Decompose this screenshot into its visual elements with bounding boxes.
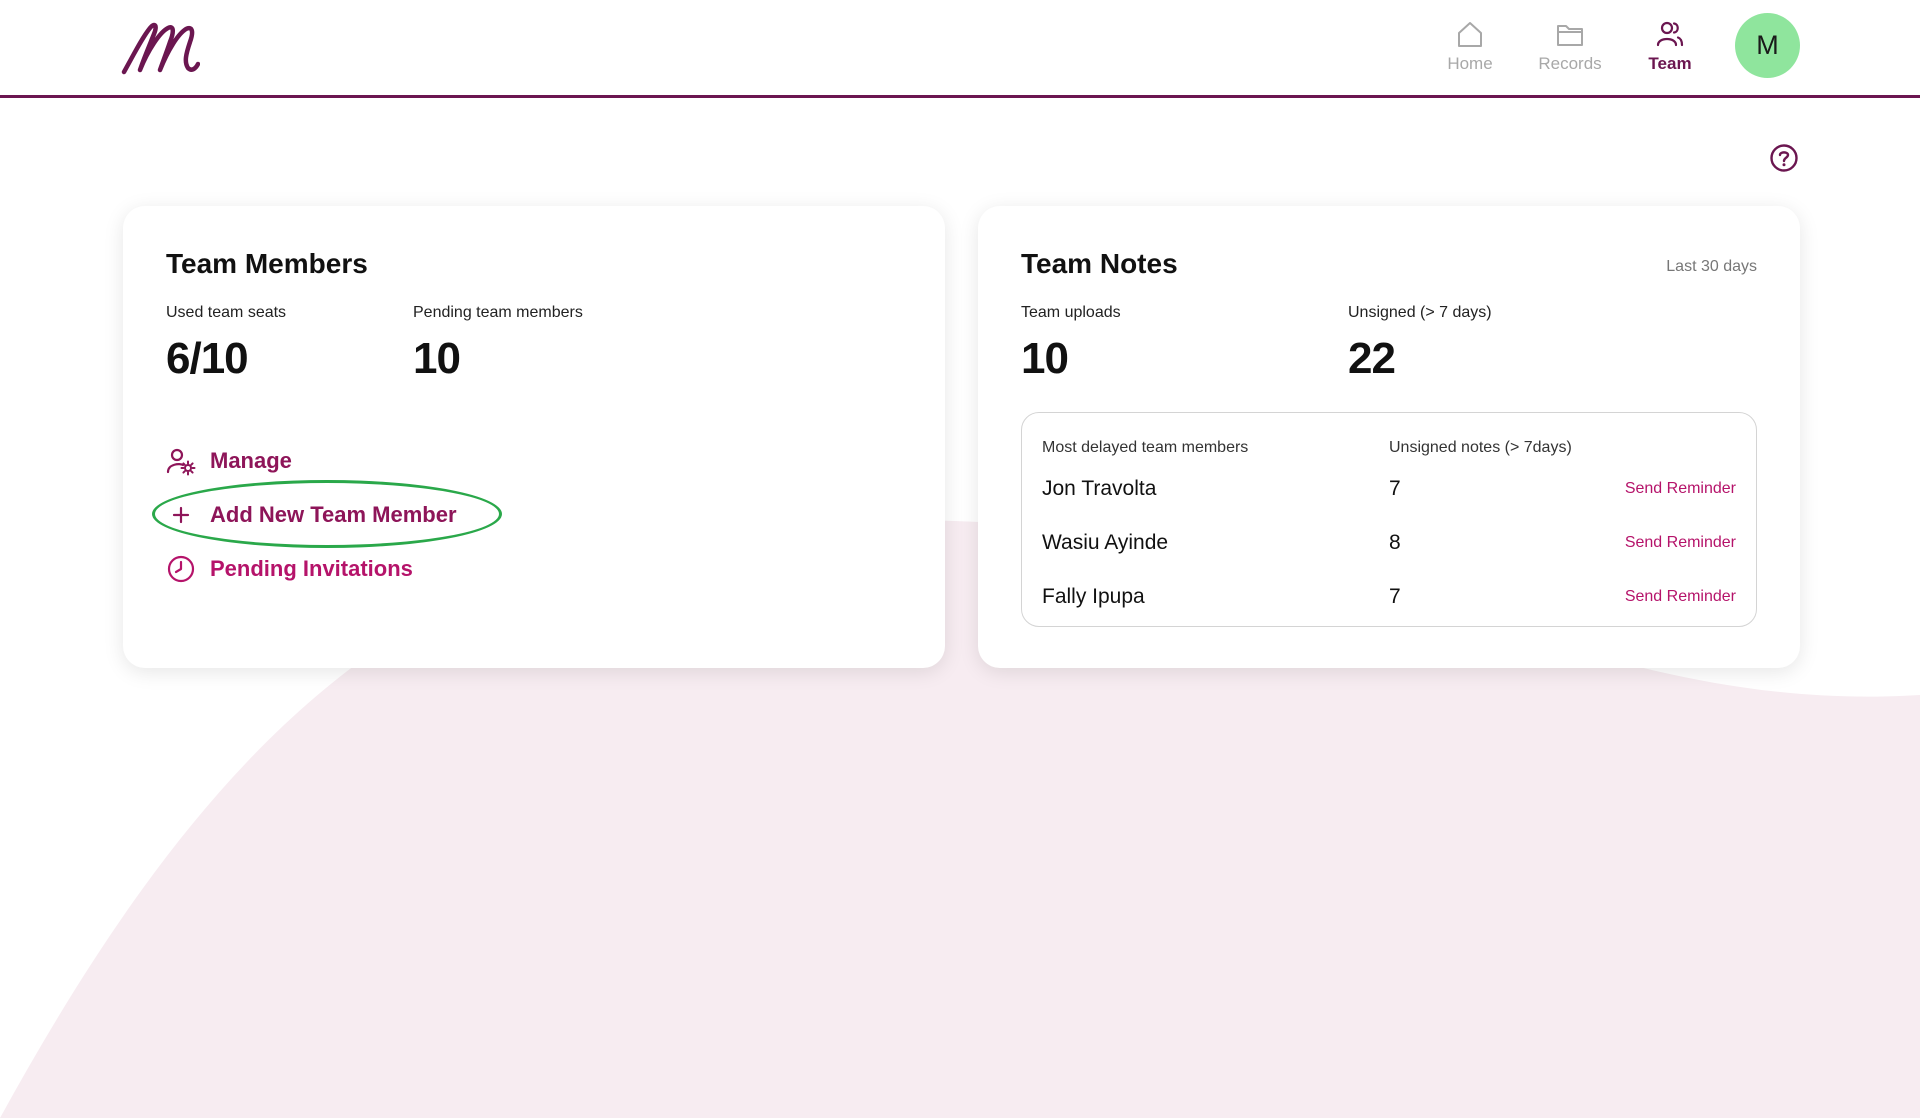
team-uploads-stat: Team uploads 10 (1021, 304, 1121, 384)
date-range-label: Last 30 days (1666, 258, 1757, 275)
clock-icon (167, 555, 195, 583)
member-name: Fally Ipupa (1042, 585, 1145, 608)
nav-team[interactable]: Team (1620, 18, 1720, 74)
pending-members-value: 10 (413, 334, 461, 383)
pending-members-stat: Pending team members 10 (413, 304, 583, 384)
plus-icon (172, 506, 190, 524)
delayed-members-table: Most delayed team members Unsigned notes… (1021, 412, 1757, 627)
team-notes-title: Team Notes (1021, 248, 1178, 279)
nav-home-label: Home (1447, 54, 1493, 73)
member-name: Jon Travolta (1042, 477, 1157, 500)
team-members-card: Team Members Used team seats 6/10 Pendin… (123, 206, 945, 668)
unsigned-count: 7 (1389, 477, 1401, 500)
folder-icon (1557, 25, 1583, 46)
manage-label: Manage (210, 448, 292, 473)
user-avatar[interactable]: M (1735, 13, 1800, 78)
used-seats-label: Used team seats (166, 304, 287, 321)
used-seats-stat: Used team seats 6/10 (166, 304, 286, 384)
column-header-name: Most delayed team members (1042, 439, 1249, 456)
add-new-team-member-button[interactable]: Add New Team Member (166, 500, 457, 530)
team-notes-card: Team Notes Last 30 days Team uploads 10 … (978, 206, 1800, 668)
home-icon (1458, 22, 1482, 47)
team-members-title: Team Members (166, 248, 368, 279)
team-icon (1656, 21, 1684, 47)
add-new-team-member-label: Add New Team Member (210, 502, 457, 527)
nav-records-label: Records (1538, 54, 1602, 73)
send-reminder-link[interactable]: Send Reminder (1625, 534, 1736, 552)
user-settings-icon (166, 448, 196, 476)
send-reminder-link[interactable]: Send Reminder (1625, 588, 1736, 606)
help-icon[interactable] (1769, 143, 1799, 173)
member-name: Wasiu Ayinde (1042, 531, 1169, 554)
unsigned-label: Unsigned (> 7 days) (1348, 304, 1492, 321)
app-header: Home Records Team M (0, 0, 1920, 98)
pending-members-label: Pending team members (413, 304, 583, 321)
nav-home[interactable]: Home (1420, 18, 1520, 74)
pending-invitations-label: Pending Invitations (210, 556, 413, 581)
column-header-count: Unsigned notes (> 7days) (1389, 439, 1572, 456)
logo[interactable] (120, 14, 200, 76)
manage-button[interactable]: Manage (166, 446, 292, 476)
unsigned-count: 7 (1389, 585, 1401, 608)
used-seats-value: 6/10 (166, 334, 249, 383)
unsigned-value: 22 (1348, 334, 1396, 383)
nav-records[interactable]: Records (1520, 18, 1620, 74)
table-row: Jon Travolta 7 Send Reminder (1022, 477, 1756, 517)
team-uploads-label: Team uploads (1021, 304, 1121, 321)
main-nav: Home Records Team (1420, 18, 1720, 74)
pending-invitations-button[interactable]: Pending Invitations (166, 554, 413, 584)
table-row: Wasiu Ayinde 8 Send Reminder (1022, 531, 1756, 571)
unsigned-stat: Unsigned (> 7 days) 22 (1348, 304, 1492, 384)
nav-team-label: Team (1648, 54, 1692, 73)
unsigned-count: 8 (1389, 531, 1401, 554)
send-reminder-link[interactable]: Send Reminder (1625, 480, 1736, 498)
table-row: Fally Ipupa 7 Send Reminder (1022, 585, 1756, 625)
team-uploads-value: 10 (1021, 334, 1069, 383)
